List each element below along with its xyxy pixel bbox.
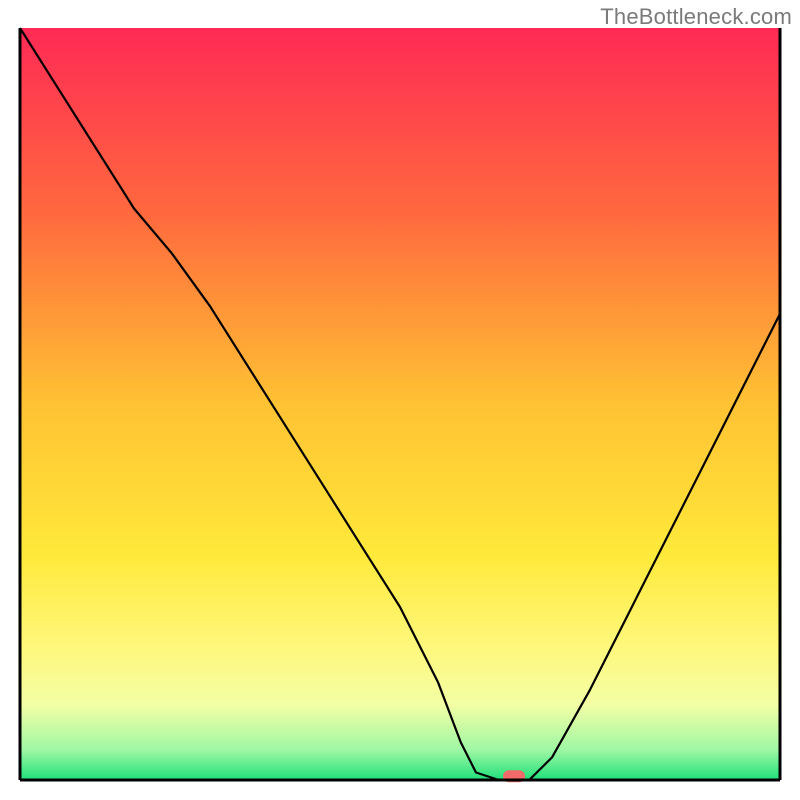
watermark-text: TheBottleneck.com (600, 4, 792, 30)
bottleneck-chart: TheBottleneck.com (0, 0, 800, 800)
gradient-background (20, 28, 780, 780)
chart-canvas (0, 0, 800, 800)
